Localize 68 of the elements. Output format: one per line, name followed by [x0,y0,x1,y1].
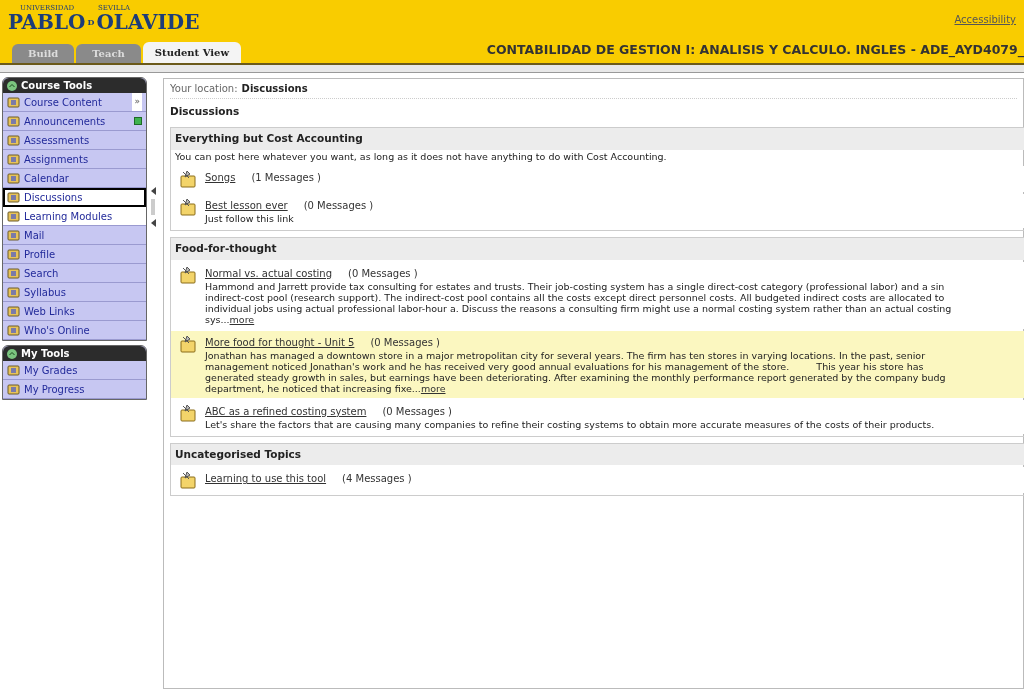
tool-icon [7,382,20,396]
topic-link[interactable]: Normal vs. actual costing [205,265,333,281]
topic-description: Hammond and Jarrett provide tax consulting for estates and trusts. Their job-costing system has a single direct-cost category (professional labor) and a sin [205,280,945,292]
message-count: (1 Messages ) [251,170,321,185]
topic-description: indirect-cost pool (research support). The indirect-cost pool contains all the costs except direct personnel costs. All budgeted indirect costs are allocated to [205,291,945,303]
category-title: Everything but Cost Accounting [175,130,364,146]
tool-icon [7,114,20,128]
folder-pin-icon [179,265,197,284]
tool-icon [7,304,20,318]
tool-icon [7,209,20,223]
topic-link[interactable]: Learning to use this tool [205,471,327,487]
breadcrumb-current: Discussions [241,82,308,96]
folder-pin-icon [179,403,197,422]
topic-description: individual jobs using actual professional labor-hour a. Discuss the reasons a consulting firm might use a normal costing system rather than an actual costing [205,302,952,314]
topic-description: management noticed Jonathan's work and he has received very good annual evaluations for his management of the store. This year his store has [205,360,924,372]
tool-icon [7,285,20,299]
sidebar-item[interactable]: Discussions [3,188,146,207]
category-title: Food-for-thought [175,240,278,256]
tool-icon [7,266,20,280]
category-title: Uncategorised Topics [175,446,303,462]
topic-link[interactable]: Songs [205,169,236,185]
page-title: Discussions [170,104,241,119]
category-description: You can post here whatever you want, as long as it does not have anything to do with Cost Accounting. [174,149,668,164]
view-tab[interactable]: Student View [142,42,241,63]
sidebar-item[interactable]: Course Content » [3,93,146,112]
topic-description: Let's share the factors that are causing many companies to refine their costing systems to obtain more accurate measures of the costs of their products. [205,418,935,430]
collapse-toggle[interactable]: » [132,93,142,111]
more-link[interactable]: more [229,313,255,325]
tool-icon [7,363,20,377]
sidebar-item[interactable]: Learning Modules [3,207,146,226]
topic-link[interactable]: More food for thought - Unit 5 [205,334,355,350]
course-title: CONTABILIDAD DE GESTION I: ANALISIS Y CALCULO. INGLES - ADE_AYD4079_ [486,41,1024,60]
tool-icon [7,247,20,261]
message-count: (4 Messages ) [342,472,412,487]
tool-icon [7,152,20,166]
accessibility-link[interactable]: Accessibility [954,4,1016,32]
topic-description: Just follow this link [205,212,294,224]
topic-description: department, he noticed that increasing fixe... [205,382,421,394]
logo-word: PABLO [8,12,86,32]
message-count: (0 Messages ) [348,266,418,281]
collapse-icon[interactable] [7,348,17,359]
folder-pin-icon [179,471,197,490]
collapse-icon[interactable] [7,80,17,91]
folder-pin-icon [179,334,197,353]
topic-link[interactable]: ABC as a refined costing system [205,403,367,419]
tool-icon [7,228,20,242]
tool-icon [7,95,20,109]
topic-description: sys... [205,313,230,325]
logo-word: OLAVIDE [96,12,200,32]
folder-pin-icon [179,169,197,188]
panel-title: My Tools [21,347,70,361]
tool-icon [7,323,20,337]
topic-link[interactable]: Best lesson ever [205,197,288,213]
panel-title: Course Tools [21,79,93,93]
message-count: (0 Messages ) [370,335,440,350]
tool-icon [7,171,20,185]
tool-icon [7,190,20,204]
message-count: (0 Messages ) [382,404,452,419]
collapse-arrow-icon[interactable] [150,219,156,227]
topic-description: generated steady growth in sales, but earnings have been deteriorating. After examining the monthly performance report generated by the company budg [205,371,946,383]
collapse-arrow-icon[interactable] [150,187,156,195]
logo-joiner: D [87,16,95,29]
more-link[interactable]: more [420,382,446,394]
folder-pin-icon [179,197,197,216]
breadcrumb-label: Your location: [170,82,238,96]
tool-icon [7,133,20,147]
message-count: (0 Messages ) [303,198,374,213]
topic-description: Jonathan has managed a downtown store in a major metropolitan city for several years. The firm has ten stores in varying locations. In the past, senior [205,349,926,361]
